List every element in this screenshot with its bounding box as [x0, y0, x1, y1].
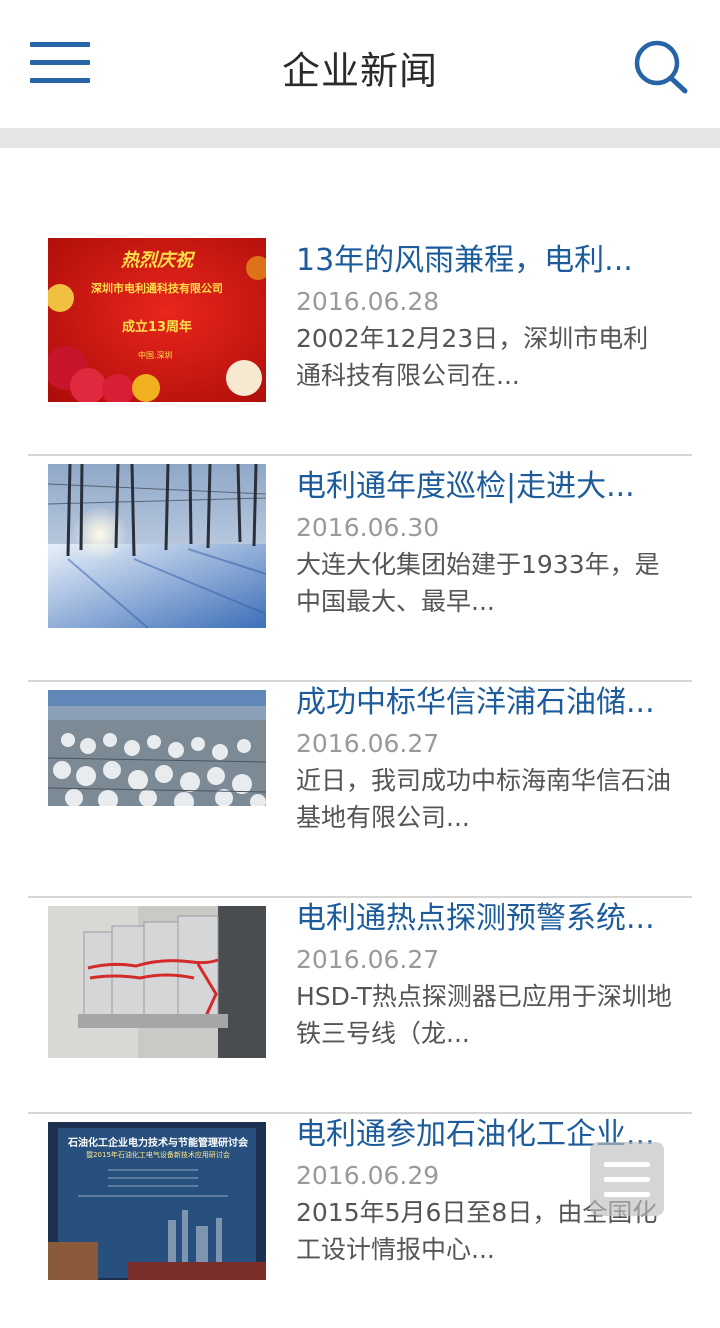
news-summary: 近日，我司成功中标海南华信石油基地有限公司...: [296, 766, 672, 832]
page-title: 企业新闻: [281, 49, 438, 93]
news-date: 2016.06.27: [296, 945, 440, 974]
thumb-text-conference: 石油化工企业电力技术与节能管理研讨会: [68, 1138, 248, 1149]
thumb-text-location: 中国.深圳: [138, 351, 173, 360]
news-thumbnail-oil-depot: [48, 690, 266, 806]
news-title[interactable]: 成功中标华信洋浦石油储...: [296, 682, 672, 724]
thumb-text-company: 深圳市电利通科技有限公司: [91, 282, 223, 295]
app-header: 企业新闻: [0, 0, 720, 128]
news-title[interactable]: 电利通年度巡检|走进大...: [296, 466, 672, 508]
news-title[interactable]: 13年的风雨兼程，电利...: [296, 240, 672, 282]
hamburger-menu-icon[interactable]: [28, 42, 92, 86]
news-date: 2016.06.29: [296, 1161, 440, 1190]
news-thumbnail-anniversary: 热烈庆祝 深圳市电利通科技有限公司 成立13周年 中国.深圳: [48, 238, 266, 402]
news-date: 2016.06.28: [296, 287, 440, 316]
news-item[interactable]: 电利通热点探测预警系统... 2016.06.27 HSD-T热点探测器已应用于…: [28, 896, 692, 1114]
news-item[interactable]: 热烈庆祝 深圳市电利通科技有限公司 成立13周年 中国.深圳 13年的风雨兼程，…: [28, 238, 692, 456]
list-menu-icon[interactable]: [590, 1142, 664, 1216]
news-item[interactable]: 电利通年度巡检|走进大... 2016.06.30 大连大化集团始建于1933年…: [28, 464, 692, 682]
header-divider: [0, 128, 720, 148]
news-summary: 大连大化集团始建于1933年，是中国最大、最早...: [296, 550, 660, 616]
news-summary: HSD-T热点探测器已应用于深圳地铁三号线（龙...: [296, 982, 672, 1048]
news-item[interactable]: 成功中标华信洋浦石油储... 2016.06.27 近日，我司成功中标海南华信石…: [28, 680, 692, 898]
news-summary: 2002年12月23日，深圳市电利通科技有限公司在...: [296, 324, 649, 390]
news-date: 2016.06.30: [296, 513, 440, 542]
news-thumbnail-snow-forest: [48, 464, 266, 628]
news-thumbnail-conference: 石油化工企业电力技术与节能管理研讨会 暨2015年石油化工电气设备新技术应用研讨…: [48, 1122, 266, 1280]
thumb-text-anniversary: 成立13周年: [121, 320, 193, 335]
search-icon[interactable]: [632, 38, 690, 94]
thumb-text-celebrate: 热烈庆祝: [121, 250, 193, 271]
news-title[interactable]: 电利通热点探测预警系统...: [296, 898, 672, 940]
thumb-text-subtitle: 暨2015年石油化工电气设备新技术应用研讨会: [86, 1151, 230, 1159]
news-thumbnail-heat-sensor: [48, 906, 266, 1058]
news-date: 2016.06.27: [296, 729, 440, 758]
